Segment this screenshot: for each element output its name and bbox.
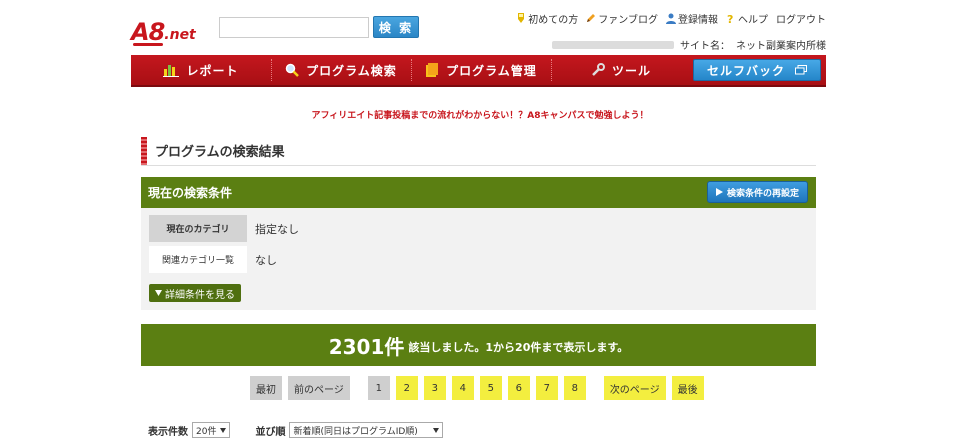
pencil-icon	[587, 14, 596, 22]
triangle-right-icon	[715, 188, 723, 196]
site-name: ネット副業案内所様	[736, 41, 826, 52]
page: A8 .net 検 索 初めての方 ファンブログ 登録情報 ? ヘルプ ログアウ…	[0, 0, 960, 445]
page-title: プログラムの検索結果	[155, 145, 285, 160]
per-page-select[interactable]: 20件	[192, 422, 231, 438]
link-help[interactable]: ? ヘルプ	[726, 11, 768, 26]
page-first-button[interactable]: 最初	[250, 376, 282, 400]
triangle-down-icon	[155, 290, 162, 296]
selfback-button[interactable]: セルフバック	[693, 59, 821, 81]
site-label: サイト名：	[680, 41, 730, 52]
page-last-button[interactable]: 最後	[671, 376, 704, 400]
logo-suffix: .net	[164, 27, 196, 43]
per-page-value: 20件	[196, 426, 217, 437]
search-conditions-header: 現在の検索条件 検索条件の再設定	[141, 177, 816, 208]
folder-icon	[426, 63, 439, 77]
badge-icon	[518, 13, 525, 23]
page-number[interactable]: 2	[395, 376, 418, 400]
nav-program-manage-label: プログラム管理	[446, 63, 537, 78]
help-icon: ?	[727, 13, 733, 24]
link-beginners[interactable]: 初めての方	[516, 11, 578, 26]
show-details-button[interactable]: 詳細条件を見る	[149, 284, 241, 302]
reset-conditions-label: 検索条件の再設定	[726, 188, 799, 199]
page-number[interactable]: 8	[563, 376, 586, 400]
nav-program-search-label: プログラム検索	[306, 63, 397, 78]
condition-value: なし	[255, 253, 277, 267]
top-links: 初めての方 ファンブログ 登録情報 ? ヘルプ ログアウト	[516, 11, 826, 26]
external-window-icon	[795, 65, 807, 75]
page-number[interactable]: 5	[479, 376, 502, 400]
main-nav: レポート プログラム検索 プログラム管理 ツール セルフバック	[131, 55, 826, 87]
page-number[interactable]: 4	[451, 376, 474, 400]
logo-swoosh-icon	[133, 43, 163, 46]
page-next-button[interactable]: 次のページ	[603, 376, 666, 400]
pagination: 最初 前のページ 1 2 3 4 5 6 7 8 次のページ 最後	[250, 376, 704, 400]
a8-logo[interactable]: A8 .net	[131, 12, 196, 46]
wrench-icon	[592, 63, 605, 76]
nav-program-search[interactable]: プログラム検索	[271, 55, 411, 85]
condition-label: 関連カテゴリ一覧	[149, 246, 247, 273]
blurred-account-id	[552, 40, 674, 49]
nav-report[interactable]: レポート	[131, 55, 271, 85]
user-icon	[666, 13, 676, 24]
page-number[interactable]: 6	[507, 376, 530, 400]
result-count: 2301件	[328, 334, 405, 359]
link-beginners-label: 初めての方	[528, 15, 579, 26]
link-registration[interactable]: 登録情報	[666, 11, 718, 26]
selfback-label: セルフバック	[706, 63, 785, 78]
link-fanblog[interactable]: ファンブログ	[586, 11, 658, 26]
page-prev-button[interactable]: 前のページ	[288, 376, 350, 400]
search-conditions-body: 現在のカテゴリ 指定なし 関連カテゴリ一覧 なし 詳細条件を見る	[141, 208, 816, 310]
chevron-down-icon	[220, 427, 227, 433]
sort-value: 新着順(同日はプログラムID順)	[293, 426, 418, 437]
condition-value: 指定なし	[255, 222, 299, 236]
section-heading: プログラムの検索結果	[141, 136, 816, 166]
show-details-label: 詳細条件を見る	[165, 289, 235, 301]
page-number[interactable]: 7	[535, 376, 558, 400]
nav-program-manage[interactable]: プログラム管理	[411, 55, 551, 85]
logo-main: A8	[131, 18, 165, 46]
link-logout[interactable]: ログアウト	[776, 11, 826, 26]
nav-report-label: レポート	[186, 63, 239, 78]
result-text: 該当しました。1から20件まで表示します。	[408, 341, 629, 354]
result-summary: 2301件 該当しました。1から20件まで表示します。	[141, 324, 816, 366]
condition-row-category: 現在のカテゴリ 指定なし	[149, 215, 299, 242]
condition-label: 現在のカテゴリ	[149, 215, 247, 242]
search-button[interactable]: 検 索	[373, 16, 419, 38]
reset-conditions-button[interactable]: 検索条件の再設定	[706, 181, 808, 203]
site-info: サイト名： ネット副業案内所様	[552, 37, 826, 52]
title-accent-bar	[141, 136, 147, 165]
search-input[interactable]	[219, 17, 369, 38]
link-logout-label: ログアウト	[776, 15, 826, 26]
sort-label: 並び順	[255, 426, 286, 438]
link-fanblog-label: ファンブログ	[598, 15, 658, 26]
chevron-down-icon	[433, 427, 440, 433]
condition-row-related: 関連カテゴリ一覧 なし	[149, 246, 277, 273]
page-number-current: 1	[367, 376, 390, 400]
link-registration-label: 登録情報	[678, 15, 718, 26]
list-controls: 表示件数 20件 並び順 新着順(同日はプログラムID順)	[148, 422, 444, 438]
campus-banner-link[interactable]: アフィリエイト記事投稿までの流れがわからない！？A8キャンパスで勉強しよう！	[0, 108, 960, 121]
magnifier-icon	[285, 63, 300, 77]
link-help-label: ヘルプ	[738, 15, 768, 26]
per-page-label: 表示件数	[148, 426, 188, 438]
search-conditions-title: 現在の検索条件	[148, 186, 233, 200]
nav-tools[interactable]: ツール	[551, 55, 691, 85]
sort-select[interactable]: 新着順(同日はプログラムID順)	[289, 422, 444, 438]
nav-tools-label: ツール	[611, 63, 651, 78]
bar-chart-icon	[163, 65, 180, 77]
page-number[interactable]: 3	[423, 376, 446, 400]
svg-text:?: ?	[727, 13, 733, 24]
